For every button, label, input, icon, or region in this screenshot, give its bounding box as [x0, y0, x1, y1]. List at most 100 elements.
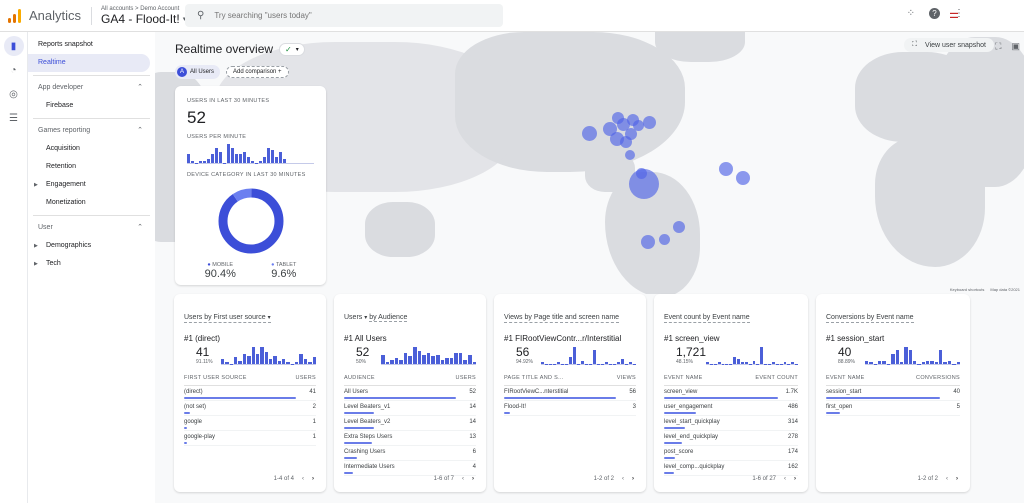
- nav-section-user[interactable]: User ⌃: [28, 219, 155, 237]
- account-avatar[interactable]: ▬▬ ▬▬: [950, 11, 970, 19]
- fullscreen-icon[interactable]: ⛶: [995, 41, 1001, 52]
- row-proportion-bar: [344, 427, 375, 429]
- table-row[interactable]: Level Beaters_v2 14: [344, 416, 476, 431]
- nav-reports-snapshot[interactable]: Reports snapshot: [28, 36, 155, 54]
- card-title[interactable]: Views by Page title and screen name: [504, 314, 620, 323]
- table-row[interactable]: first_open 5: [826, 401, 960, 416]
- prev-page-button[interactable]: ‹: [946, 476, 948, 482]
- table-row[interactable]: (not set) 2: [184, 401, 316, 416]
- sparkline-bar: [308, 362, 312, 364]
- sparkline-chart[interactable]: [221, 347, 316, 365]
- status-dropdown[interactable]: ✓ ▾: [279, 42, 305, 56]
- table-row[interactable]: level_comp...quickplay 162: [664, 461, 798, 476]
- explore-icon[interactable]: ◔: [4, 60, 24, 80]
- nav-section-app-developer[interactable]: App developer ⌃: [28, 79, 155, 97]
- row-value: 1.7K: [785, 389, 798, 395]
- sparkline-bar: [385, 362, 390, 364]
- next-page-button[interactable]: ›: [472, 476, 474, 482]
- table-row[interactable]: user_engagement 486: [664, 401, 798, 416]
- table-row[interactable]: Level Beaters_v1 14: [344, 401, 476, 416]
- next-page-button[interactable]: ›: [794, 476, 796, 482]
- prev-page-button[interactable]: ‹: [784, 476, 786, 482]
- customize-report-icon[interactable]: ▣: [1011, 41, 1020, 52]
- next-page-button[interactable]: ›: [312, 476, 314, 482]
- expand-arrow-icon: ▶: [34, 243, 38, 249]
- snapshot-icon: ⛶: [912, 41, 918, 48]
- add-comparison-button[interactable]: Add comparison +: [226, 66, 289, 78]
- nav-firebase[interactable]: Firebase: [28, 97, 155, 115]
- table-row[interactable]: All Users 52: [344, 386, 476, 401]
- help-icon[interactable]: ?: [929, 8, 940, 19]
- sparkline-bar: [740, 362, 744, 364]
- nav-engagement[interactable]: ▶ Engagement: [28, 176, 155, 194]
- bubble-uruguay[interactable]: [659, 234, 670, 245]
- row-proportion-bar: [184, 442, 187, 444]
- sparkline-bar: [617, 362, 620, 364]
- bubble-argentina-1[interactable]: [641, 235, 655, 249]
- table-row[interactable]: level_end_quickplay 278: [664, 431, 798, 446]
- bubble-brazil[interactable]: [673, 221, 685, 233]
- nav-section-games-reporting[interactable]: Games reporting ⌃: [28, 122, 155, 140]
- table-row[interactable]: session_start 40: [826, 386, 960, 401]
- sparkline-bar: [921, 362, 926, 364]
- table-row[interactable]: level_start_quickplay 314: [664, 416, 798, 431]
- table-row[interactable]: Extra Steps Users 13: [344, 431, 476, 446]
- card-title[interactable]: Users ▾ by Audience: [344, 314, 408, 322]
- sparkline-chart[interactable]: [706, 347, 799, 365]
- row-value: 1: [312, 434, 316, 440]
- sparkline-bar: [403, 352, 408, 364]
- next-page-button[interactable]: ›: [956, 476, 958, 482]
- nav-retention[interactable]: Retention: [28, 158, 155, 176]
- table-row[interactable]: Intermediate Users 4: [344, 461, 476, 476]
- table-row[interactable]: google-play 1: [184, 431, 316, 446]
- plus-icon: +: [278, 69, 282, 75]
- keyboard-shortcuts-link[interactable]: Keyboard shortcuts: [950, 287, 984, 292]
- all-users-chip[interactable]: A All Users: [175, 65, 221, 79]
- card-title[interactable]: Conversions by Event name: [826, 314, 914, 323]
- search-bar[interactable]: ⚲: [185, 4, 503, 27]
- card-title[interactable]: Users by First user source ▾: [184, 314, 271, 323]
- reports-icon[interactable]: ▮: [3, 36, 24, 56]
- table-row[interactable]: screen_view 1.7K: [664, 386, 798, 401]
- bubble-us-south-3[interactable]: [625, 128, 637, 140]
- nav-monetization[interactable]: Monetization: [28, 194, 155, 212]
- table-row[interactable]: FIRootViewC...nterstitial 56: [504, 386, 636, 401]
- apps-grid-icon[interactable]: ⁘: [907, 8, 915, 19]
- bubble-us-ne-3[interactable]: [643, 116, 656, 129]
- table-row[interactable]: (direct) 41: [184, 386, 316, 401]
- table-row[interactable]: post_score 174: [664, 446, 798, 461]
- users-per-minute-chart[interactable]: [187, 144, 314, 164]
- nav-acquisition[interactable]: Acquisition: [28, 140, 155, 158]
- per-minute-bar: [211, 153, 214, 163]
- nav-tech[interactable]: ▶ Tech: [28, 255, 155, 273]
- next-page-button[interactable]: ›: [632, 476, 634, 482]
- account-picker[interactable]: All accounts > Demo Account GA4 - Flood-…: [101, 6, 186, 26]
- sparkline-chart[interactable]: [541, 347, 636, 365]
- sparkline-chart[interactable]: [381, 347, 477, 365]
- advertising-icon[interactable]: ◎: [4, 84, 24, 104]
- prev-page-button[interactable]: ‹: [462, 476, 464, 482]
- prev-page-button[interactable]: ‹: [622, 476, 624, 482]
- table-row[interactable]: google 1: [184, 416, 316, 431]
- table-row[interactable]: Crashing Users 6: [344, 446, 476, 461]
- bubble-senegal[interactable]: [719, 162, 733, 176]
- sparkline-bar: [264, 352, 268, 364]
- per-minute-bar: [243, 151, 246, 163]
- nav-realtime[interactable]: Realtime: [28, 54, 150, 72]
- device-donut-chart[interactable]: [216, 186, 286, 256]
- table-header: FIRST USER SOURCE USERS: [184, 375, 316, 386]
- table-row[interactable]: Flood-It! 3: [504, 401, 636, 416]
- bubble-mexico[interactable]: [625, 150, 635, 160]
- top-item-value: 40: [838, 345, 852, 359]
- donut-slice-mobile[interactable]: [218, 188, 283, 254]
- bubble-mexico-west[interactable]: [582, 126, 597, 141]
- search-input[interactable]: [214, 11, 475, 20]
- sparkline-chart[interactable]: [865, 347, 960, 365]
- view-user-snapshot-button[interactable]: ⛶ View user snapshot: [904, 38, 994, 52]
- bubble-venezuela[interactable]: [636, 168, 647, 179]
- nav-demographics[interactable]: ▶ Demographics: [28, 237, 155, 255]
- card-title[interactable]: Event count by Event name: [664, 314, 750, 323]
- prev-page-button[interactable]: ‹: [302, 476, 304, 482]
- configure-icon[interactable]: ☰: [4, 108, 24, 128]
- bubble-ghana[interactable]: [736, 171, 750, 185]
